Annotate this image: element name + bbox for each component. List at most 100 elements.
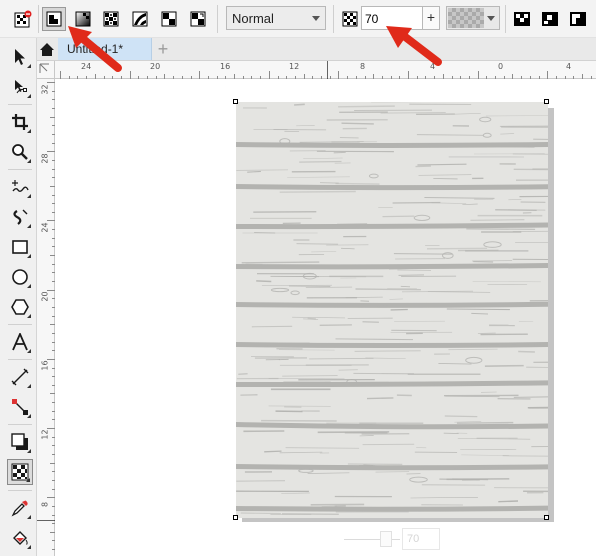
h-ruler-tick <box>390 76 392 79</box>
vertical-ruler[interactable]: 32 28 24 20 16 12 8 <box>37 79 55 556</box>
v-ruler-tick <box>47 151 55 153</box>
color-eyedropper-tool[interactable] <box>7 495 33 521</box>
v-ruler-tick <box>50 531 55 533</box>
v-ruler-tick <box>52 306 55 308</box>
no-transparency-button[interactable] <box>11 7 35 31</box>
h-ruler-tick <box>286 76 288 79</box>
fountain-transparency-button[interactable] <box>71 7 95 31</box>
v-ruler-tick <box>52 540 55 542</box>
apply-to-all-button[interactable] <box>566 7 590 31</box>
polygon-tool[interactable] <box>7 294 33 320</box>
h-ruler-tick <box>112 76 114 79</box>
floating-transparency-slider[interactable]: 70 <box>344 528 440 550</box>
wood-grain-line <box>484 364 524 367</box>
wood-grain-line <box>285 447 360 449</box>
h-ruler-tick <box>216 76 218 79</box>
apply-to-fill-button[interactable] <box>510 7 534 31</box>
h-ruler-label: 8 <box>360 62 366 71</box>
wood-grain-line <box>307 472 350 474</box>
h-ruler-tick <box>512 74 514 79</box>
v-ruler-tick <box>52 505 55 507</box>
text-tool[interactable] <box>7 329 33 355</box>
selection-handle[interactable] <box>233 515 238 520</box>
wood-grain-line <box>526 366 548 368</box>
apply-to-outline-button[interactable] <box>538 7 562 31</box>
h-ruler-tick <box>408 71 409 79</box>
ellipse-tool[interactable] <box>7 264 33 290</box>
h-ruler-tick <box>77 76 79 79</box>
parallel-dimension-tool[interactable] <box>7 364 33 390</box>
wood-grain-line <box>362 321 379 323</box>
h-ruler-tick <box>190 76 192 79</box>
welcome-screen-tab[interactable] <box>37 38 57 60</box>
h-ruler-tick <box>303 74 305 79</box>
v-ruler-tick <box>52 142 55 144</box>
transparency-tool[interactable] <box>7 459 33 485</box>
h-ruler-tick <box>120 76 122 79</box>
wood-texture-object[interactable] <box>236 102 548 518</box>
toolbox <box>0 38 37 556</box>
h-ruler-label: 4 <box>566 62 572 71</box>
h-ruler-tick <box>329 76 331 79</box>
transparency-slider-button[interactable]: + <box>422 6 440 30</box>
wood-grain-line <box>473 260 494 263</box>
v-ruler-tick <box>52 298 55 300</box>
two-color-pattern-transparency-button[interactable] <box>157 7 181 31</box>
drop-shadow-tool[interactable] <box>7 429 33 455</box>
wood-grain-line <box>518 350 535 353</box>
pattern-picker-dropdown[interactable] <box>446 6 500 30</box>
v-ruler-tick <box>47 497 55 499</box>
wood-grain-line <box>427 291 491 293</box>
rectangle-tool[interactable] <box>7 234 33 260</box>
artistic-media-tool[interactable] <box>7 204 33 230</box>
wood-grain-line <box>512 153 548 155</box>
wood-grain-line <box>431 202 467 204</box>
wood-grain-line <box>438 362 472 365</box>
vector-pattern-transparency-button[interactable] <box>99 7 123 31</box>
wood-grain-line <box>375 471 410 473</box>
horizontal-ruler[interactable]: 24 20 16 12 8 4 0 4 <box>55 61 596 79</box>
selection-handle[interactable] <box>233 99 238 104</box>
v-ruler-tick <box>52 453 55 455</box>
wood-knot <box>270 287 290 293</box>
v-ruler-tick <box>52 445 55 447</box>
v-ruler-tick <box>52 133 55 135</box>
h-ruler-tick <box>181 76 183 79</box>
wood-grain-line <box>513 168 548 171</box>
document-tab-active[interactable]: Untitled-1* <box>58 38 152 60</box>
new-document-tab-button[interactable]: + <box>153 40 173 58</box>
bitmap-pattern-transparency-button[interactable] <box>128 7 152 31</box>
zoom-tool[interactable] <box>7 139 33 165</box>
v-ruler-tick <box>47 358 55 360</box>
h-ruler-tick <box>442 74 444 79</box>
freehand-tool[interactable] <box>7 174 33 200</box>
texture-transparency-button[interactable] <box>186 7 210 31</box>
fountain-transparency-icon <box>75 11 91 27</box>
merge-mode-dropdown[interactable]: Normal <box>226 6 326 30</box>
slider-knob[interactable] <box>380 531 392 547</box>
crop-tool[interactable] <box>7 109 33 135</box>
ruler-origin[interactable] <box>37 61 55 79</box>
wood-grain-line <box>470 219 525 221</box>
vector-pattern-icon <box>103 11 119 27</box>
v-ruler-tick <box>50 462 55 464</box>
uniform-transparency-button[interactable] <box>42 7 66 31</box>
transparency-value-input[interactable]: 70 <box>361 6 423 30</box>
h-ruler-tick <box>68 76 70 79</box>
wood-grain-line <box>500 133 515 135</box>
shape-tool[interactable] <box>7 74 33 100</box>
selection-handle[interactable] <box>544 99 549 104</box>
v-ruler-tick <box>52 523 55 525</box>
wood-grain-line <box>410 497 478 499</box>
wood-grain-line <box>241 261 320 264</box>
wood-knot <box>479 116 492 123</box>
selection-handle[interactable] <box>544 515 549 520</box>
connector-tool[interactable] <box>7 394 33 420</box>
wood-plank-texture <box>236 102 548 516</box>
pick-tool[interactable] <box>7 44 33 70</box>
wood-grain-line <box>446 478 510 481</box>
interactive-fill-tool[interactable] <box>7 525 33 551</box>
wood-knot <box>298 468 314 473</box>
h-ruler-label: 16 <box>220 62 231 71</box>
ruler-origin-icon <box>39 63 49 73</box>
